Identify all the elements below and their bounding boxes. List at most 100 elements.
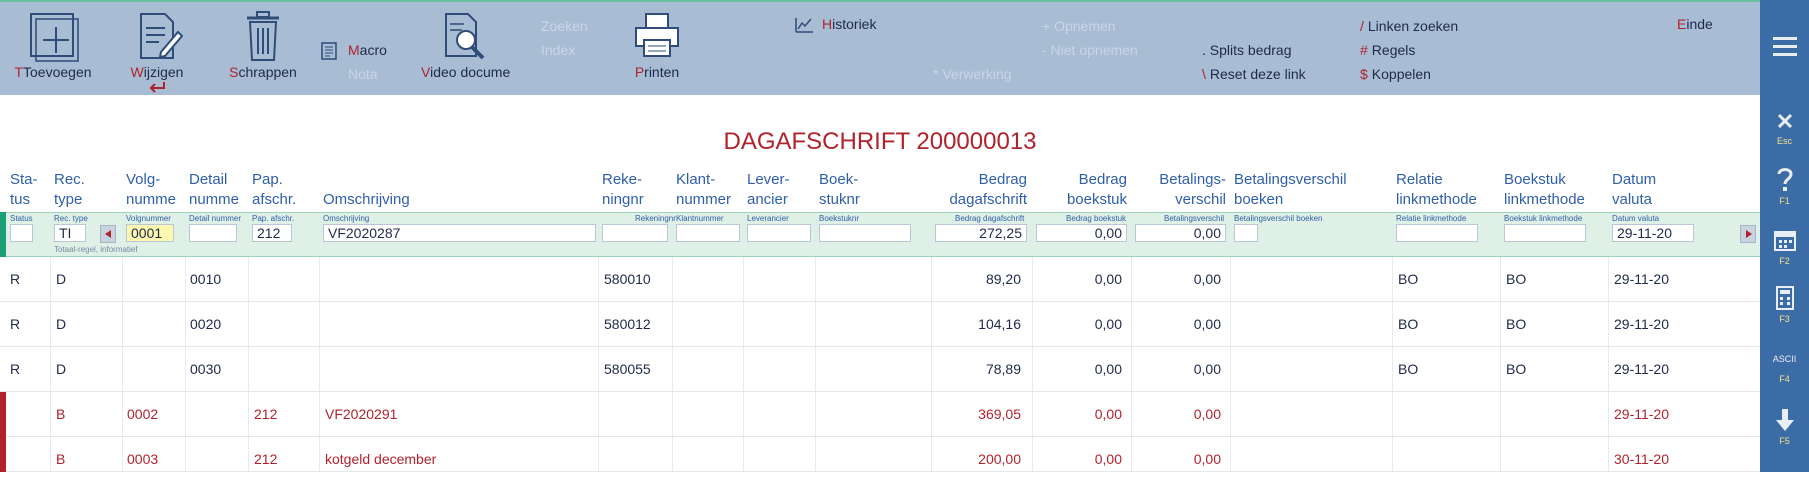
cell-pap: 212 — [254, 451, 278, 467]
end-button[interactable]: Einde — [1677, 16, 1713, 32]
f2-key-label: F2 — [1779, 256, 1790, 266]
esc-key-label: Esc — [1776, 136, 1792, 146]
search-button[interactable]: Zoeken — [541, 18, 588, 34]
close-icon — [1777, 113, 1792, 129]
rules-button[interactable]: # Regels — [1360, 42, 1415, 58]
header-bedrag-boekstuk[interactable]: Bedrag boekstuk — [1030, 170, 1127, 210]
table-row[interactable]: B 0002 212 VF2020291 369,05 0,00 0,00 29… — [0, 392, 1760, 437]
pap-afschr-field[interactable] — [252, 224, 292, 242]
filter-hint: Totaal-regel, informatief — [54, 245, 138, 254]
scroll-down-button[interactable]: F5 — [1760, 408, 1809, 448]
header-rekeningnr[interactable]: Reke-ningnr — [602, 170, 644, 210]
exclude-button[interactable]: - Niet opnemen — [1042, 42, 1138, 58]
volgnummer-field[interactable] — [126, 224, 174, 242]
header-betalingsverschil[interactable]: Betalings-verschil — [1130, 170, 1226, 210]
cell-bedrag-boekstuk: 0,00 — [1094, 361, 1122, 377]
header-volgnummer[interactable]: Volg-numme — [126, 170, 184, 210]
help-button[interactable]: F1 — [1760, 166, 1809, 206]
processing-button[interactable]: * Verwerking — [933, 66, 1012, 82]
cell-omschrijving: VF2020291 — [325, 406, 398, 422]
datum-valuta-field[interactable] — [1612, 224, 1694, 242]
add-label: TToevoegen — [14, 64, 92, 80]
betalingsverschil-boeken-field[interactable] — [1234, 224, 1258, 242]
menu-button[interactable] — [1760, 30, 1809, 64]
header-klantnummer[interactable]: Klant-nummer — [676, 170, 731, 210]
header-relatie-linkmethode[interactable]: Relatie linkmethode — [1396, 170, 1477, 210]
rec-type-field[interactable] — [54, 224, 86, 242]
couple-button[interactable]: $ Koppelen — [1360, 66, 1431, 82]
prev-record-button[interactable] — [100, 225, 116, 243]
header-status[interactable]: Sta-tus — [10, 170, 38, 210]
delete-button[interactable]: Schrappen — [218, 2, 308, 97]
cell-bedrag-dagafschrift: 89,20 — [985, 271, 1021, 287]
header-boekstuknr[interactable]: Boek-stuknr — [819, 170, 860, 210]
cell-boekstuk-linkmethode: BO — [1506, 271, 1527, 287]
reset-link-button[interactable]: \ Reset deze link — [1202, 66, 1306, 82]
detail-nummer-field[interactable] — [189, 224, 237, 242]
cell-datum-valuta: 30-11-20 — [1614, 451, 1670, 467]
cell-rekeningnr: 580010 — [604, 271, 651, 287]
filter-label-pap: Pap. afschr. — [252, 214, 295, 223]
header-betalingsverschil-boeken[interactable]: Betalingsverschil boeken — [1234, 170, 1347, 210]
enter-arrow-icon — [149, 82, 165, 93]
cell-status: R — [10, 361, 21, 377]
split-amount-button[interactable]: . Splits bedrag — [1202, 42, 1292, 58]
cell-rec-type: B — [56, 406, 66, 422]
help-icon — [1777, 168, 1793, 191]
nota-button[interactable]: Nota — [348, 66, 378, 82]
omschrijving-field[interactable] — [323, 224, 596, 242]
edit-button[interactable]: Wijzigen — [112, 2, 202, 97]
calendar-button[interactable]: F2 — [1760, 228, 1809, 268]
table-row[interactable]: B 0003 212 kotgeld december 200,00 0,00 … — [0, 437, 1760, 472]
boekstuk-linkmethode-field[interactable] — [1504, 224, 1586, 242]
header-bedrag-dagafschrift[interactable]: Bedrag dagafschrift — [912, 170, 1027, 210]
cell-rec-type: B — [56, 451, 66, 467]
escape-button[interactable]: Esc — [1760, 112, 1809, 152]
cell-rec-type: D — [56, 271, 67, 287]
header-detail[interactable]: Detail numme — [189, 170, 243, 210]
status-field[interactable] — [10, 224, 33, 242]
table-row[interactable]: R D 0030 580055 78,89 0,00 0,00 BO BO 29… — [0, 347, 1760, 392]
table-row[interactable]: R D 0010 580010 89,20 0,00 0,00 BO BO 29… — [0, 257, 1760, 302]
calculator-button[interactable]: F3 — [1760, 286, 1809, 326]
index-button[interactable]: Index — [541, 42, 575, 58]
video-document-button[interactable]: Video docume — [418, 2, 510, 97]
betalingsverschil-field[interactable] — [1135, 224, 1226, 242]
table-row[interactable]: R D 0020 580012 104,16 0,00 0,00 BO BO 2… — [0, 302, 1760, 347]
bedrag-boekstuk-field[interactable] — [1036, 224, 1127, 242]
macro-button[interactable]: Macro — [348, 42, 387, 58]
header-rec-type[interactable]: Rec. type — [54, 170, 85, 210]
print-button[interactable]: Printen — [612, 2, 702, 97]
rekeningnr-field[interactable] — [602, 224, 668, 242]
cell-detail: 0020 — [190, 316, 222, 332]
calculator-icon — [1775, 286, 1794, 310]
header-leverancier[interactable]: Lever-ancier — [747, 170, 790, 210]
header-datum-valuta[interactable]: Datum valuta — [1612, 170, 1656, 210]
relatie-linkmethode-field[interactable] — [1396, 224, 1478, 242]
filter-label-relatie: Relatie linkmethode — [1396, 214, 1467, 223]
bedrag-dagafschrift-field[interactable] — [935, 224, 1027, 242]
cell-volgnummer: 0003 — [127, 451, 159, 467]
filter-label-rekening: Rekeningnr — [635, 214, 676, 223]
header-boekstuk-linkmethode[interactable]: Boekstuk linkmethode — [1504, 170, 1585, 210]
leverancier-field[interactable] — [747, 224, 811, 242]
include-button[interactable]: + Opnemen — [1042, 18, 1116, 34]
cell-datum-valuta: 29-11-20 — [1614, 361, 1670, 377]
caret-right-icon — [1746, 230, 1752, 238]
add-button[interactable]: TToevoegen — [8, 2, 98, 97]
header-omschrijving[interactable]: Omschrijving — [323, 170, 410, 210]
cell-bedrag-dagafschrift: 200,00 — [978, 451, 1021, 467]
next-record-button[interactable] — [1740, 225, 1756, 243]
ascii-button[interactable]: ASCII F4 — [1760, 354, 1809, 388]
klantnummer-field[interactable] — [676, 224, 740, 242]
history-button[interactable]: Historiek — [822, 16, 876, 32]
header-pap-afschr[interactable]: Pap. afschr. — [252, 170, 296, 210]
boekstuknr-field[interactable] — [819, 224, 911, 242]
link-search-button[interactable]: / Linken zoeken — [1360, 18, 1458, 34]
calendar-icon — [1773, 231, 1796, 251]
trash-icon — [247, 11, 279, 61]
cell-rekeningnr: 580012 — [604, 316, 651, 332]
current-row-marker — [0, 212, 6, 257]
cell-bedrag-dagafschrift: 78,89 — [985, 361, 1021, 377]
cell-relatie-linkmethode: BO — [1398, 361, 1419, 377]
